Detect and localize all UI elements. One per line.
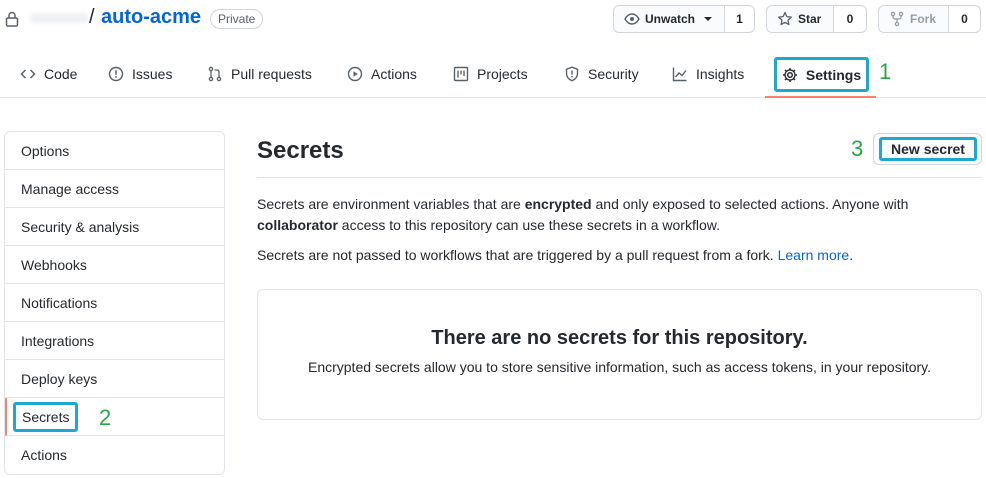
sidebar-item-manage-access[interactable]: Manage access <box>5 170 224 208</box>
star-count[interactable]: 0 <box>834 5 867 33</box>
desc-emphasis-collaborator: collaborator <box>257 217 338 233</box>
fork-button[interactable]: Fork <box>878 5 949 33</box>
unwatch-button[interactable]: Unwatch <box>613 5 725 33</box>
sidebar-item-label: Secrets <box>13 401 79 432</box>
sidebar-item-label: Options <box>21 142 70 159</box>
tab-label: Pull requests <box>231 66 312 82</box>
chevron-down-icon <box>704 17 713 21</box>
desc-text: Secrets are environment variables that a… <box>257 196 525 212</box>
step-annotation-1: 1 <box>879 59 892 84</box>
sidebar-item-label: Notifications <box>21 294 98 311</box>
fork-note: Secrets are not passed to workflows that… <box>257 246 853 264</box>
empty-state-box: There are no secrets for this repository… <box>257 289 982 420</box>
desc-emphasis-encrypted: encrypted <box>524 196 592 212</box>
repo-nav-tabs: Code Issues Pull requests Actions Projec… <box>0 50 986 98</box>
tab-label: Settings <box>805 66 862 83</box>
settings-sidebar: Options Manage access Security & analysi… <box>4 131 225 475</box>
note-period: . <box>849 247 854 263</box>
tab-settings[interactable]: Settings <box>774 57 869 92</box>
sidebar-item-deploy-keys[interactable]: Deploy keys <box>5 360 224 398</box>
sidebar-item-label: Webhooks <box>21 256 87 273</box>
tab-label: Issues <box>132 66 173 82</box>
fork-label: Fork <box>910 12 937 26</box>
sidebar-item-webhooks[interactable]: Webhooks <box>5 246 224 284</box>
secrets-description: Secrets are environment variables that a… <box>257 194 977 236</box>
star-label: Star <box>798 12 822 26</box>
title-divider <box>257 177 982 178</box>
star-button[interactable]: Star <box>766 5 834 33</box>
tab-pull-requests[interactable]: Pull requests <box>207 50 312 98</box>
play-icon <box>347 66 363 82</box>
tab-label: Code <box>44 66 78 82</box>
sidebar-item-secrets[interactable]: Secrets 2 <box>5 398 224 436</box>
selected-tab-indicator <box>765 96 876 98</box>
sidebar-item-label: Deploy keys <box>21 370 98 387</box>
visibility-badge: Private <box>210 9 264 29</box>
fork-icon <box>890 11 904 27</box>
tab-label: Projects <box>477 66 528 82</box>
repo-owner-redacted[interactable] <box>30 13 88 23</box>
tab-label: Security <box>588 66 639 82</box>
sidebar-item-security-analysis[interactable]: Security & analysis <box>5 208 224 246</box>
sidebar-item-label: Security & analysis <box>21 218 140 235</box>
note-text: Secrets are not passed to workflows that… <box>257 247 778 263</box>
graph-icon <box>672 67 687 82</box>
unwatch-label: Unwatch <box>645 12 696 26</box>
learn-more-link[interactable]: Learn more <box>778 247 850 263</box>
tab-security[interactable]: Security <box>564 50 639 98</box>
sidebar-item-options[interactable]: Options <box>5 132 224 170</box>
empty-state-description: Encrypted secrets allow you to store sen… <box>307 359 932 375</box>
lock-icon <box>5 11 19 27</box>
path-separator: / <box>89 6 95 28</box>
eye-icon <box>624 13 640 25</box>
gear-icon <box>782 67 797 82</box>
pull-request-icon <box>208 66 222 82</box>
project-icon <box>453 66 469 82</box>
issue-icon <box>108 66 124 82</box>
tab-actions[interactable]: Actions <box>347 50 417 98</box>
sidebar-item-label: Manage access <box>21 180 120 197</box>
code-icon <box>20 69 36 79</box>
tab-issues[interactable]: Issues <box>108 50 172 98</box>
tab-projects[interactable]: Projects <box>453 50 528 98</box>
tab-label: Actions <box>371 66 417 82</box>
tab-code[interactable]: Code <box>20 50 77 98</box>
tab-label: Insights <box>696 66 745 82</box>
new-secret-button[interactable]: New secret <box>879 137 977 161</box>
desc-text: access to this repository can use these … <box>337 217 720 233</box>
shield-icon <box>565 66 579 82</box>
sidebar-item-actions[interactable]: Actions <box>5 436 224 474</box>
sidebar-item-label: Integrations <box>21 332 95 349</box>
fork-button-group: Fork 0 <box>878 5 981 33</box>
new-secret-button-frame: New secret <box>873 133 982 165</box>
step-annotation-3: 3 <box>851 136 864 161</box>
sidebar-item-label: Actions <box>21 447 67 463</box>
star-icon <box>778 11 792 26</box>
empty-state-title: There are no secrets for this repository… <box>431 327 808 349</box>
repo-header: / auto-acme Private Unwatch 1 Star 0 For… <box>0 0 986 38</box>
repo-name-link[interactable]: auto-acme <box>101 6 201 29</box>
sidebar-item-integrations[interactable]: Integrations <box>5 322 224 360</box>
sidebar-item-notifications[interactable]: Notifications <box>5 284 224 322</box>
star-button-group: Star 0 <box>766 5 867 33</box>
tab-insights[interactable]: Insights <box>672 50 744 98</box>
step-annotation-2: 2 <box>99 405 112 430</box>
page-title: Secrets <box>257 137 344 164</box>
watch-count[interactable]: 1 <box>725 5 755 33</box>
watch-button-group: Unwatch 1 <box>613 5 755 33</box>
desc-text: and only exposed to selected actions. An… <box>591 196 909 212</box>
fork-count[interactable]: 0 <box>949 5 981 33</box>
